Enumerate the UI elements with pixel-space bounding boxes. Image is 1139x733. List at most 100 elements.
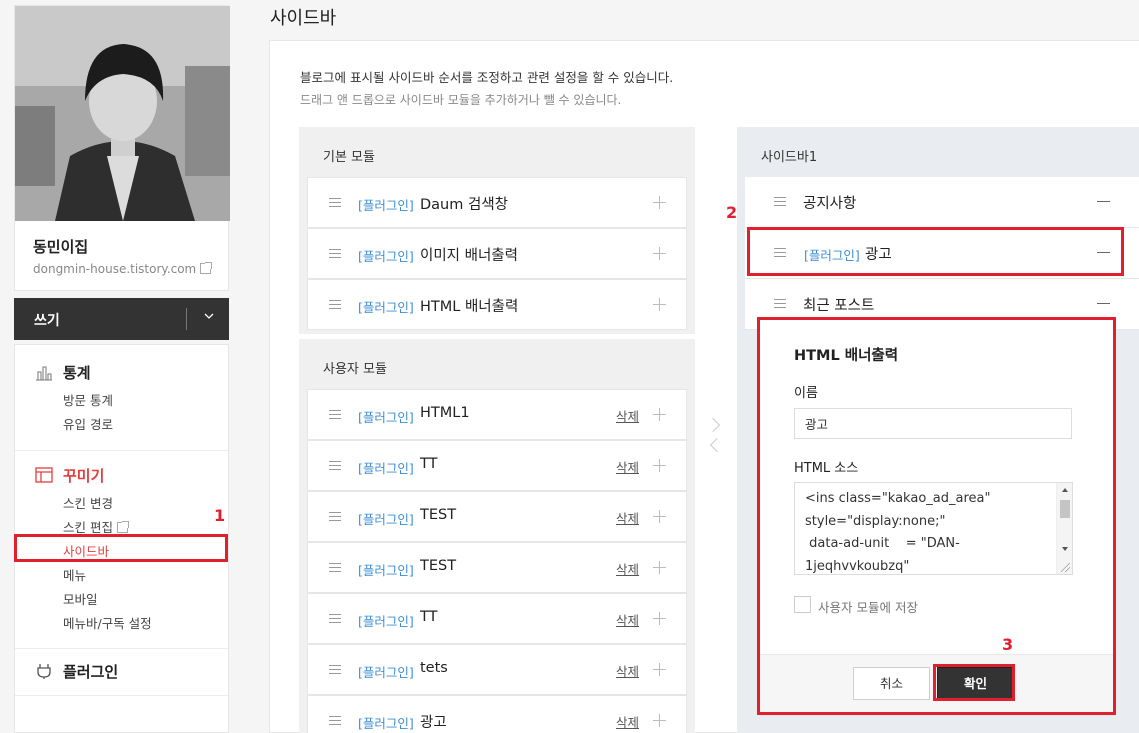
external-link-icon	[200, 262, 213, 274]
sidebar-module-item[interactable]: 공지사항	[745, 177, 1139, 228]
profile-photo	[15, 6, 230, 221]
drag-handle-icon[interactable]	[329, 300, 341, 309]
add-icon[interactable]	[653, 663, 666, 676]
plugin-tag: [플러그인]	[358, 461, 414, 476]
delete-link[interactable]: 삭제	[616, 559, 639, 578]
remove-icon[interactable]	[1097, 303, 1110, 304]
add-icon[interactable]	[653, 612, 666, 625]
menu-item-skin-edit-label: 스킨 편집	[63, 520, 113, 535]
blog-url-link[interactable]: dongmin-house.tistory.com	[33, 262, 213, 276]
step-marker-1: 1	[214, 506, 226, 525]
drag-handle-icon[interactable]	[329, 716, 341, 725]
menu-divider	[15, 450, 228, 451]
highlight-box-dialog	[757, 317, 1116, 715]
avatar[interactable]	[15, 6, 230, 221]
page-title: 사이드바	[270, 8, 337, 29]
basic-modules-column: 기본 모듈 [플러그인] Daum 검색창 [플러그인] 이미지 배너출력 [플…	[299, 127, 695, 334]
drag-handle-icon[interactable]	[329, 410, 341, 419]
chevron-down-icon[interactable]	[202, 309, 216, 323]
highlight-box-ad-module	[747, 227, 1124, 276]
add-icon[interactable]	[653, 247, 666, 260]
module-item[interactable]: [플러그인] 광고 삭제	[307, 695, 687, 733]
menu-item-mobile[interactable]: 모바일	[63, 589, 98, 608]
delete-link[interactable]: 삭제	[616, 712, 639, 731]
plugin-tag: [플러그인]	[358, 614, 414, 629]
drag-handle-icon[interactable]	[774, 197, 786, 206]
add-icon[interactable]	[653, 714, 666, 727]
drag-handle-icon[interactable]	[329, 665, 341, 674]
menu-stats-title[interactable]: 통계	[63, 362, 91, 383]
plugin-tag: [플러그인]	[358, 198, 414, 213]
drag-handle-icon[interactable]	[329, 563, 341, 572]
drag-handle-icon[interactable]	[329, 249, 341, 258]
add-icon[interactable]	[653, 510, 666, 523]
plugin-tag: [플러그인]	[358, 300, 414, 315]
menu-item-referrer[interactable]: 유입 경로	[63, 414, 113, 433]
module-name: HTML 배너출력	[420, 299, 519, 315]
delete-link[interactable]: 삭제	[616, 457, 639, 476]
module-item[interactable]: [플러그인] TT 삭제	[307, 440, 687, 491]
module-name: TT	[420, 456, 438, 472]
sidebar1-title: 사이드바1	[761, 150, 818, 165]
delete-link[interactable]: 삭제	[616, 406, 639, 425]
user-modules-title: 사용자 모듈	[323, 362, 387, 377]
drag-handle-icon[interactable]	[329, 512, 341, 521]
drag-handle-icon[interactable]	[774, 299, 786, 308]
delete-link[interactable]: 삭제	[616, 661, 639, 680]
plugin-tag: [플러그인]	[358, 665, 414, 680]
menu-item-menu[interactable]: 메뉴	[63, 565, 86, 584]
delete-link[interactable]: 삭제	[616, 508, 639, 527]
profile-card: 동민이집 dongmin-house.tistory.com	[14, 5, 230, 291]
module-item[interactable]: [플러그인] 이미지 배너출력	[307, 228, 687, 279]
module-name: 광고	[420, 715, 447, 731]
add-icon[interactable]	[653, 196, 666, 209]
step-marker-3: 3	[1002, 635, 1014, 654]
blog-url-text: dongmin-house.tistory.com	[33, 262, 197, 276]
plugin-tag: [플러그인]	[358, 512, 414, 527]
add-icon[interactable]	[653, 408, 666, 421]
plugin-tag: [플러그인]	[358, 249, 414, 264]
module-name: TT	[420, 609, 438, 625]
module-item[interactable]: [플러그인] HTML1 삭제	[307, 389, 687, 440]
add-icon[interactable]	[653, 459, 666, 472]
menu-item-skin-change[interactable]: 스킨 변경	[63, 493, 113, 512]
basic-modules-title: 기본 모듈	[323, 150, 375, 165]
drag-handle-icon[interactable]	[329, 198, 341, 207]
menu-item-visit-stats[interactable]: 방문 통계	[63, 390, 113, 409]
layout-icon	[35, 467, 53, 483]
menu-divider	[15, 695, 228, 696]
write-bar: 쓰기	[14, 298, 229, 340]
page-hint: 드래그 앤 드롭으로 사이드바 모듈을 추가하거나 뺄 수 있습니다.	[300, 93, 622, 107]
plugin-tag: [플러그인]	[358, 563, 414, 578]
write-button[interactable]: 쓰기	[34, 310, 60, 330]
menu-item-menubar-subscribe[interactable]: 메뉴바/구독 설정	[63, 613, 152, 632]
plugin-tag: [플러그인]	[358, 410, 414, 425]
module-name: HTML1	[420, 405, 470, 421]
add-icon[interactable]	[653, 561, 666, 574]
module-item[interactable]: [플러그인] tets 삭제	[307, 644, 687, 695]
module-name: 공지사항	[803, 196, 857, 212]
page-description: 블로그에 표시될 사이드바 순서를 조정하고 관련 설정을 할 수 있습니다.	[300, 70, 674, 85]
module-name: TEST	[420, 507, 457, 523]
plugin-icon	[37, 664, 51, 679]
module-name: 이미지 배너출력	[420, 248, 518, 264]
add-icon[interactable]	[653, 298, 666, 311]
menu-decorate-title[interactable]: 꾸미기	[63, 465, 104, 486]
module-item[interactable]: [플러그인] TEST 삭제	[307, 542, 687, 593]
delete-link[interactable]: 삭제	[616, 610, 639, 629]
menu-divider	[15, 648, 228, 649]
drag-handle-icon[interactable]	[329, 614, 341, 623]
drag-handle-icon[interactable]	[329, 461, 341, 470]
stats-icon	[36, 366, 52, 381]
module-item[interactable]: [플러그인] HTML 배너출력	[307, 279, 687, 330]
module-item[interactable]: [플러그인] TEST 삭제	[307, 491, 687, 542]
menu-plugin-title[interactable]: 플러그인	[63, 661, 118, 682]
module-name: 최근 포스트	[803, 298, 875, 314]
step-marker-2: 2	[726, 203, 738, 222]
module-item[interactable]: [플러그인] Daum 검색창	[307, 177, 687, 228]
module-item[interactable]: [플러그인] TT 삭제	[307, 593, 687, 644]
module-name: Daum 검색창	[420, 197, 508, 213]
user-modules-column: 사용자 모듈 [플러그인] HTML1 삭제 [플러그인] TT 삭제 [플러그…	[299, 339, 695, 733]
module-name: TEST	[420, 558, 457, 574]
remove-icon[interactable]	[1097, 201, 1110, 202]
